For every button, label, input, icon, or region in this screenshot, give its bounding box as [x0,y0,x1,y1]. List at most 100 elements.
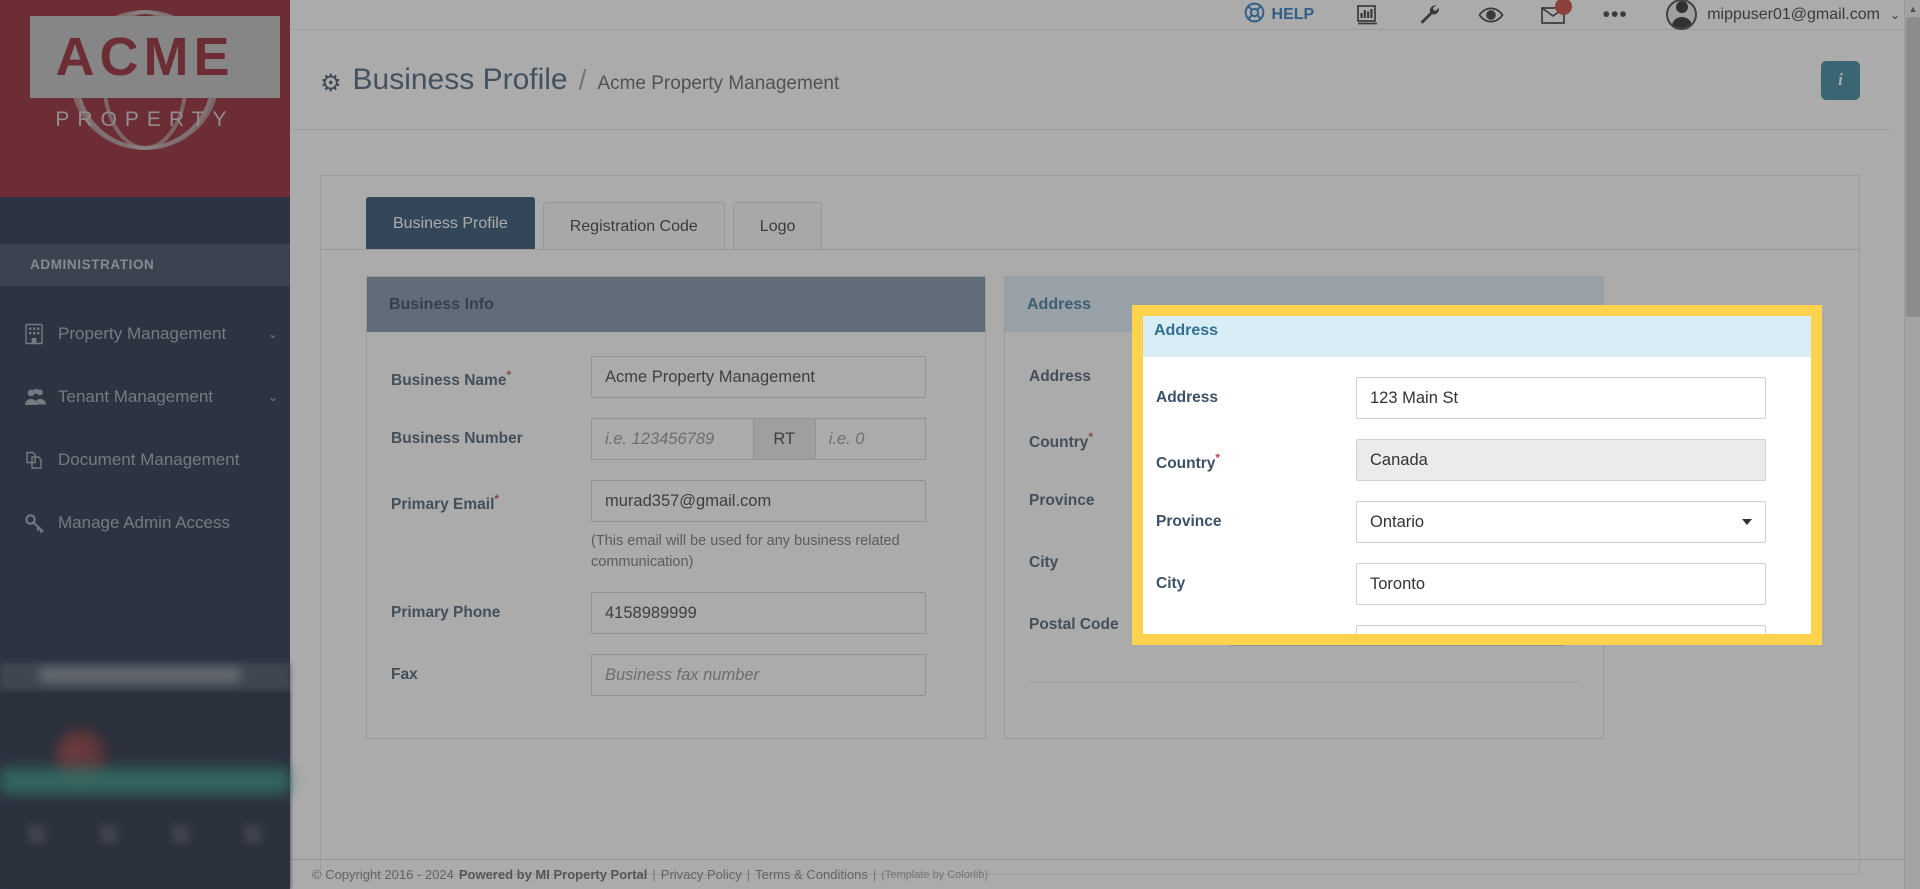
field-province-highlight: Province Ontario [1156,501,1798,543]
field-postal-code-highlight: Postal Code m1w2w3 [1156,625,1798,645]
avatar [1666,0,1698,30]
primary-email-help-text: (This email will be used for any busines… [591,533,900,570]
tab-business-profile[interactable]: Business Profile [366,197,535,249]
page-footer: © Copyright 2016 - 2024 Powered by MI Pr… [290,859,1920,889]
country-label-highlight: Country* [1156,451,1221,473]
chevron-down-icon: ⌄ [267,326,279,341]
bar-chart-icon[interactable] [1336,0,1398,30]
postal-code-input-highlight[interactable]: m1w2w3 [1356,625,1766,645]
footer-pipe: | [746,867,751,882]
sidebar-item-tenant-management[interactable]: Tenant Management ⌄ [0,365,290,428]
top-icon-group: HELP ••• mippuser01@gmail.com ⌄ [1244,0,1900,30]
footer-privacy-policy-link[interactable]: Privacy Policy [661,867,742,882]
business-number-addon: RT [753,418,816,460]
field-primary-phone: Primary Phone 4158989999 [391,592,961,635]
documents-icon [24,449,58,471]
info-button[interactable]: i [1821,60,1860,100]
scrollbar-thumb[interactable] [1906,17,1920,317]
province-selected-value-highlight: Ontario [1370,512,1425,531]
address-input-highlight[interactable]: 123 Main St [1356,377,1766,419]
sidebar-item-manage-admin-access[interactable]: Manage Admin Access [0,491,290,554]
envelope-icon[interactable] [1522,0,1584,30]
primary-email-input[interactable]: murad357@gmail.com [591,480,926,522]
field-country-highlight: Country* Canada [1156,439,1798,481]
eye-icon[interactable] [1460,0,1522,30]
field-primary-email: Primary Email* murad357@gmail.com (This … [391,480,961,572]
page-title: Business Profile [352,63,568,96]
field-business-name: Business Name* Acme Property Management [391,356,961,398]
tab-logo[interactable]: Logo [732,202,823,249]
wrench-icon[interactable] [1398,0,1460,30]
help-button[interactable]: HELP [1244,2,1337,28]
business-number-label: Business Number [391,430,523,447]
ellipsis-icon[interactable]: ••• [1584,0,1646,30]
business-name-input[interactable]: Acme Property Management [591,356,926,398]
sidebar-obscured-accent-bar [0,768,290,794]
sidebar: ACME PROPERTY ADMINISTRATION Property Ma… [0,0,290,889]
sidebar-item-document-management[interactable]: Document Management [0,428,290,491]
footer-copyright: © Copyright 2016 - 2024 [312,867,454,882]
field-fax: Fax Business fax number [391,654,961,697]
sidebar-item-label: Document Management [58,449,240,469]
lifering-icon [1244,2,1265,28]
address-panel-title-highlight: Address [1132,305,1822,357]
breadcrumb: ⚙ Business Profile / Acme Property Manag… [320,63,1821,97]
chevron-down-icon: ⌄ [267,389,279,404]
tab-registration-code[interactable]: Registration Code [542,202,725,249]
sidebar-section-administration: ADMINISTRATION [0,244,290,286]
user-email-label: mippuser01@gmail.com [1707,5,1880,23]
field-business-number: Business Number i.e. 123456789 RT i.e. 0 [391,418,961,460]
business-number-input[interactable]: i.e. 123456789 [591,418,754,460]
primary-phone-input[interactable]: 4158989999 [591,592,926,635]
logo-primary-text: ACME [55,27,235,87]
postal-code-label-highlight: Postal Code [1156,625,1356,645]
key-icon [24,513,58,533]
user-menu[interactable]: mippuser01@gmail.com ⌄ [1646,0,1900,30]
sidebar-obscured-section-label [40,668,240,682]
footer-pipe: | [872,867,877,882]
business-number-suffix-input[interactable]: i.e. 0 [815,418,926,460]
fax-input[interactable]: Business fax number [591,654,926,697]
country-input-highlight[interactable]: Canada [1356,439,1766,481]
city-input-highlight[interactable]: Toronto [1356,563,1766,605]
sidebar-item-property-management[interactable]: Property Management ⌄ [0,302,290,365]
business-number-group: i.e. 123456789 RT i.e. 0 [591,418,926,460]
footer-template-credit: (Template by Colorlib) [881,868,989,881]
business-info-panel-body: Business Name* Acme Property Management … [367,332,985,739]
sidebar-spacer [0,197,290,244]
scrollbar-up-arrow[interactable]: ▲ [1905,0,1920,17]
address-panel-body-highlight: Address 123 Main St Country* Canada Prov… [1132,357,1822,645]
top-navbar: HELP ••• mippuser01@gmail.com ⌄ [290,0,1920,30]
chevron-down-icon [1742,519,1752,525]
fax-label: Fax [391,666,418,684]
chevron-down-icon: ⌄ [1889,7,1900,22]
brand-logo[interactable]: ACME PROPERTY [0,0,290,197]
page-scrollbar[interactable]: ▲ [1904,0,1920,889]
address-panel-divider [1029,682,1579,683]
primary-phone-label: Primary Phone [391,604,501,622]
sidebar-item-label: Tenant Management [58,386,213,406]
field-address-highlight: Address 123 Main St [1156,377,1798,419]
gear-icon: ⚙ [320,70,342,97]
business-name-label: Business Name* [391,368,512,390]
province-select-highlight[interactable]: Ontario [1356,501,1766,543]
help-label: HELP [1271,5,1315,23]
primary-email-label: Primary Email* [391,492,500,514]
sidebar-nav: Property Management ⌄ Tenant Management … [0,286,290,554]
breadcrumb-separator: / [578,64,587,95]
logo-secondary-text: PROPERTY [55,108,235,131]
notification-badge [1555,0,1573,15]
app-root: ACME PROPERTY ADMINISTRATION Property Ma… [0,0,1920,889]
field-city-highlight: City Toronto [1156,563,1798,605]
breadcrumb-subtitle: Acme Property Management [597,73,840,94]
users-icon [24,387,58,407]
address-label-highlight: Address [1156,389,1219,406]
footer-terms-link[interactable]: Terms & Conditions [755,867,868,882]
business-info-panel: Business Info Business Name* Acme Proper… [366,276,986,740]
province-label-highlight: Province [1156,513,1222,530]
building-icon [24,323,58,345]
footer-powered-by: Powered by MI Property Portal [458,867,648,882]
sidebar-item-label: Property Management [58,323,227,343]
city-label-highlight: City [1156,575,1186,592]
tab-bar: Business Profile Registration Code Logo [321,176,1859,250]
